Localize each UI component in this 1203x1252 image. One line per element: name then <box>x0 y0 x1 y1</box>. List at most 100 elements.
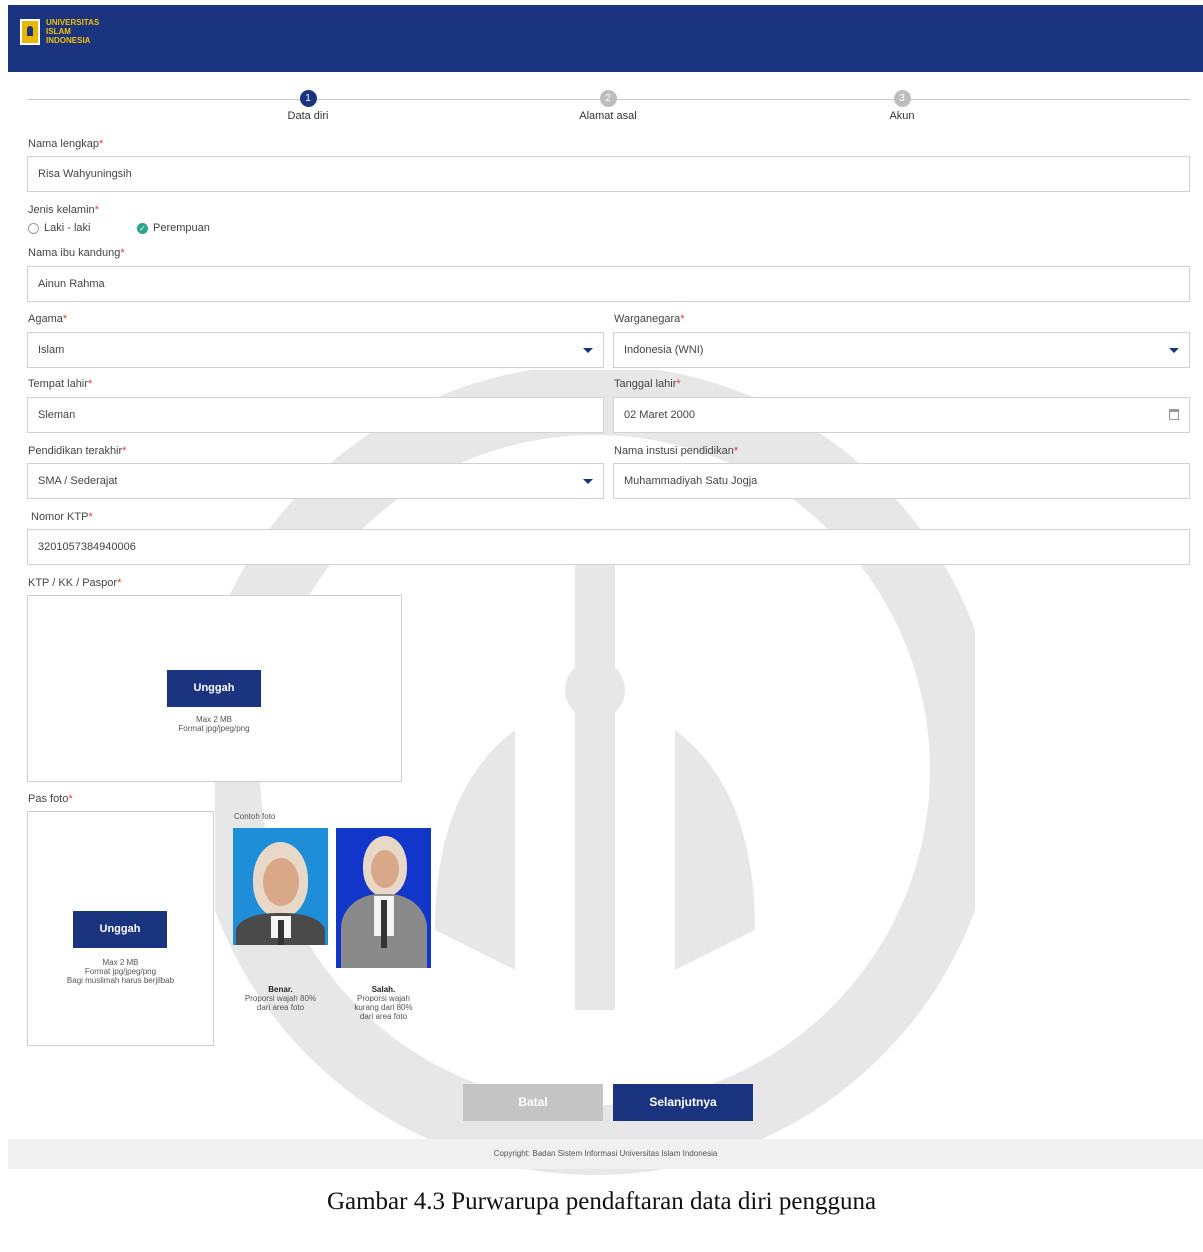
tie-shape <box>381 900 387 948</box>
label-text: Tanggal lahir <box>614 378 677 390</box>
pendidikan-label: Pendidikan terakhir* <box>28 445 126 457</box>
date-value: 02 Maret 2000 <box>624 409 695 421</box>
required-mark: * <box>87 378 93 390</box>
face-shape <box>371 850 399 888</box>
label-text: Nomor KTP <box>31 511 89 523</box>
ktp-upload-label: KTP / KK / Paspor* <box>28 577 121 589</box>
chevron-down-icon <box>583 348 593 353</box>
label-text: Nama ibu kandung <box>28 247 121 259</box>
step-alamat-asal[interactable]: 2 Alamat asal <box>538 90 678 122</box>
hint-line: Bagi muslimah harus berjilbab <box>66 976 175 985</box>
uii-emblem-icon <box>20 18 40 45</box>
required-mark: * <box>680 313 685 325</box>
select-value: Islam <box>38 344 65 356</box>
radio-perempuan[interactable]: ✓ Perempuan <box>137 222 210 234</box>
page-footer: Copyright: Badan Sistem Informasi Univer… <box>8 1139 1203 1169</box>
nama-lengkap-input[interactable]: Risa Wahyuningsih <box>27 156 1190 192</box>
label-text: Pas foto <box>28 793 69 805</box>
instansi-label: Nama instusi pendidikan* <box>614 445 738 457</box>
label-text: Nama lengkap <box>28 138 99 150</box>
select-value: SMA / Sederajat <box>38 475 118 487</box>
step-number: 2 <box>599 90 617 107</box>
brand-name: UNIVERSITAS ISLAM INDONESIA <box>46 18 99 45</box>
contoh-foto-label: Contoh foto <box>234 812 276 821</box>
pas-foto-label: Pas foto* <box>28 793 73 805</box>
required-mark: * <box>122 445 127 457</box>
instansi-input[interactable]: Muhammadiyah Satu Jogja <box>613 463 1190 499</box>
required-mark: * <box>88 511 93 523</box>
calendar-icon[interactable] <box>1169 409 1179 420</box>
step-label: Akun <box>889 110 915 122</box>
jenis-kelamin-label: Jenis kelamin* <box>28 204 99 216</box>
tanggal-lahir-label: Tanggal lahir* <box>614 378 681 390</box>
warganegara-select[interactable]: Indonesia (WNI) <box>613 332 1190 368</box>
required-mark: * <box>676 378 681 390</box>
example-photo-wrong <box>336 828 431 968</box>
label-text: Tempat lahir <box>28 378 88 390</box>
caption-line: dari area foto <box>256 1003 305 1012</box>
chevron-down-icon <box>1169 348 1179 353</box>
caption-line: Proporsi wajah 80% <box>244 994 317 1003</box>
figure-caption: Gambar 4.3 Purwarupa pendaftaran data di… <box>326 1188 877 1215</box>
wrong-photo-caption: Salah. Proporsi wajah kurang dari 80% da… <box>331 985 436 1021</box>
required-mark: * <box>62 313 68 325</box>
step-number: 1 <box>299 90 317 107</box>
pas-foto-upload-button[interactable]: Unggah <box>73 911 167 948</box>
cancel-button[interactable]: Batal <box>463 1084 603 1121</box>
label-text: Pendidikan terakhir <box>28 445 123 457</box>
hint-line: Format jpg/jpeg/png <box>178 724 250 733</box>
nama-ibu-label: Nama ibu kandung* <box>28 247 125 259</box>
caption-line: Proporsi wajah <box>357 994 410 1003</box>
university-logo[interactable]: UNIVERSITAS ISLAM INDONESIA <box>20 18 99 45</box>
hint-line: Format jpg/jpeg/png <box>84 967 157 976</box>
radio-unchecked-icon <box>28 222 39 234</box>
required-mark: * <box>120 247 125 259</box>
step-label: Alamat asal <box>579 110 637 122</box>
pendidikan-select[interactable]: SMA / Sederajat <box>27 463 604 499</box>
ktp-upload-button[interactable]: Unggah <box>167 670 261 707</box>
registration-stepper: 1 Data diri 2 Alamat asal 3 Akun <box>28 90 1190 130</box>
pas-foto-upload-hint: Max 2 MB Format jpg/jpeg/png Bagi muslim… <box>33 958 208 985</box>
next-button[interactable]: Selanjutnya <box>613 1084 753 1121</box>
tie-shape <box>278 920 284 945</box>
step-akun[interactable]: 3 Akun <box>832 90 972 122</box>
step-data-diri[interactable]: 1 Data diri <box>238 90 378 122</box>
caption-line: dari area foto <box>359 1012 408 1021</box>
label-text: Jenis kelamin <box>28 204 95 216</box>
nomor-ktp-input[interactable]: 3201057384940006 <box>27 529 1190 565</box>
tanggal-lahir-input[interactable]: 02 Maret 2000 <box>613 397 1190 433</box>
caption-title: Benar. <box>268 985 293 994</box>
step-number: 3 <box>893 90 911 107</box>
caption-line: kurang dari 80% <box>354 1003 413 1012</box>
tempat-lahir-input[interactable]: Sleman <box>27 397 604 433</box>
step-label: Data diri <box>287 110 329 122</box>
hint-line: Max 2 MB <box>102 958 139 967</box>
correct-photo-caption: Benar. Proporsi wajah 80% dari area foto <box>228 985 333 1012</box>
warganegara-label: Warganegara* <box>614 313 685 325</box>
label-text: KTP / KK / Paspor <box>28 577 118 589</box>
label-text: Warganegara <box>614 313 681 325</box>
brand-line-3: INDONESIA <box>46 36 91 45</box>
tempat-lahir-label: Tempat lahir* <box>28 378 92 390</box>
nama-lengkap-label: Nama lengkap* <box>28 138 103 150</box>
hint-line: Max 2 MB <box>195 715 232 724</box>
required-mark: * <box>68 793 73 805</box>
chevron-down-icon <box>583 479 593 484</box>
agama-select[interactable]: Islam <box>27 332 604 368</box>
agama-label: Agama* <box>28 313 67 325</box>
brand-line-1: UNIVERSITAS <box>46 18 100 27</box>
caption-title: Salah. <box>371 985 396 994</box>
face-shape <box>263 858 299 906</box>
label-text: Nama instusi pendidikan <box>614 445 734 457</box>
nama-ibu-input[interactable]: Ainun Rahma <box>27 266 1190 302</box>
radio-checked-icon: ✓ <box>137 222 148 234</box>
brand-line-2: ISLAM <box>46 27 71 36</box>
nomor-ktp-label: Nomor KTP* <box>31 511 93 523</box>
ktp-upload-hint: Max 2 MB Format jpg/jpeg/png <box>150 715 278 733</box>
top-header-bar: UNIVERSITAS ISLAM INDONESIA <box>8 5 1203 72</box>
radio-laki-laki[interactable]: Laki - laki <box>28 222 90 234</box>
required-mark: * <box>117 577 122 589</box>
radio-label: Laki - laki <box>44 222 91 234</box>
required-mark: * <box>94 204 99 216</box>
required-mark: * <box>98 138 104 150</box>
